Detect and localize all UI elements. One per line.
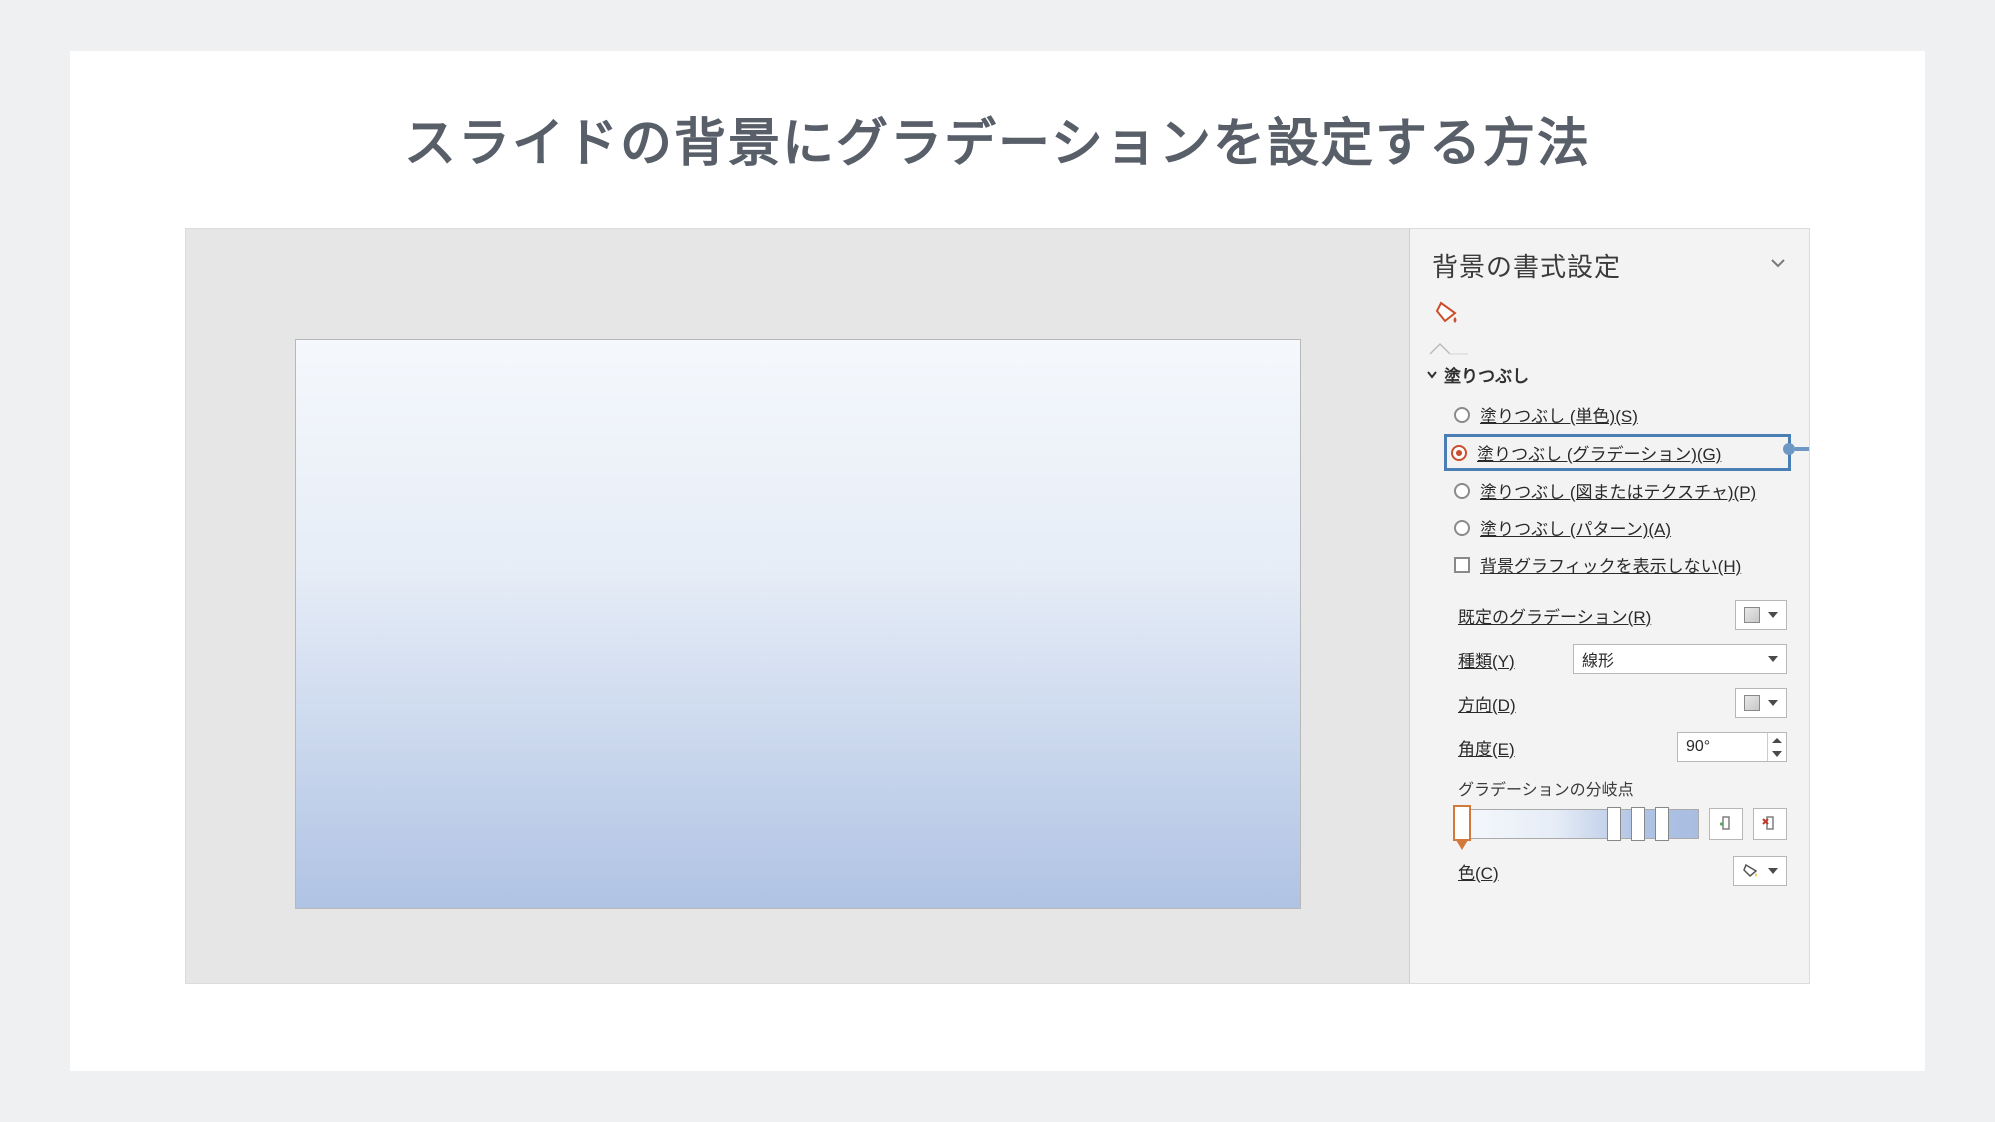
- article-card: スライドの背景にグラデーションを設定する方法 背景の書式設定: [70, 51, 1925, 1071]
- spinner-down-icon[interactable]: [1768, 747, 1786, 761]
- swatch-icon: [1744, 695, 1760, 711]
- gradient-angle-value: 90°: [1678, 738, 1767, 756]
- fill-section-label: 塗りつぶし: [1444, 362, 1529, 387]
- gradient-direction-dropdown[interactable]: [1735, 688, 1787, 718]
- gradient-direction-label: 方向(D): [1458, 691, 1516, 716]
- preset-gradient-label: 既定のグラデーション(R): [1458, 603, 1651, 628]
- dropdown-arrow-icon: [1768, 700, 1778, 706]
- dropdown-arrow-icon: [1768, 656, 1778, 662]
- radio-gradient-fill[interactable]: 塗りつぶし (グラデーション)(G): [1444, 434, 1791, 471]
- callout-connector: [1795, 447, 1809, 451]
- checkbox-icon: [1454, 557, 1470, 573]
- radio-label: 塗りつぶし (図またはテクスチャ)(P): [1480, 478, 1756, 503]
- paint-bucket-icon: [1742, 862, 1760, 880]
- radio-label: 塗りつぶし (パターン)(A): [1480, 515, 1671, 540]
- gradient-color-dropdown[interactable]: [1733, 856, 1787, 886]
- radio-icon: [1454, 520, 1470, 536]
- fill-bucket-icon[interactable]: [1432, 298, 1462, 328]
- fill-section-header[interactable]: 塗りつぶし: [1426, 362, 1787, 387]
- radio-label: 塗りつぶし (単色)(S): [1480, 402, 1638, 427]
- checkbox-hide-background-graphics[interactable]: 背景グラフィックを表示しない(H): [1448, 547, 1787, 582]
- gradient-stops-slider[interactable]: [1458, 809, 1699, 839]
- gradient-type-value: 線形: [1582, 647, 1614, 671]
- remove-gradient-stop-button[interactable]: [1753, 808, 1787, 840]
- radio-label: 塗りつぶし (グラデーション)(G): [1477, 440, 1721, 465]
- tab-caret-icon: [1428, 342, 1787, 356]
- radio-icon: [1454, 483, 1470, 499]
- step-callout: 3: [1789, 421, 1809, 477]
- radio-pattern-fill[interactable]: 塗りつぶし (パターン)(A): [1448, 510, 1787, 545]
- gradient-type-dropdown[interactable]: 線形: [1573, 644, 1787, 674]
- page-title: スライドの背景にグラデーションを設定する方法: [185, 101, 1810, 176]
- collapse-pane-button[interactable]: [1769, 254, 1787, 277]
- radio-picture-fill[interactable]: 塗りつぶし (図またはテクスチャ)(P): [1448, 473, 1787, 508]
- add-gradient-stop-button[interactable]: [1709, 808, 1743, 840]
- gradient-color-label: 色(C): [1458, 859, 1499, 884]
- gradient-type-label: 種類(Y): [1458, 647, 1515, 672]
- gradient-stops-label: グラデーションの分岐点: [1458, 776, 1787, 800]
- gradient-angle-spinner[interactable]: 90°: [1677, 732, 1787, 762]
- radio-icon: [1454, 407, 1470, 423]
- gradient-stop-handle[interactable]: [1631, 807, 1645, 841]
- gradient-stop-handle[interactable]: [1453, 805, 1471, 841]
- checkbox-label: 背景グラフィックを表示しない(H): [1480, 552, 1741, 577]
- preset-gradient-dropdown[interactable]: [1735, 600, 1787, 630]
- radio-solid-fill[interactable]: 塗りつぶし (単色)(S): [1448, 397, 1787, 432]
- pane-title: 背景の書式設定: [1432, 247, 1621, 284]
- swatch-icon: [1744, 607, 1760, 623]
- dropdown-arrow-icon: [1768, 868, 1778, 874]
- dropdown-arrow-icon: [1768, 612, 1778, 618]
- radio-icon: [1451, 445, 1467, 461]
- slide-canvas[interactable]: [295, 339, 1301, 909]
- format-background-pane: 背景の書式設定 塗りつぶし 塗: [1409, 229, 1809, 983]
- slide-canvas-wrap: [186, 229, 1409, 983]
- gradient-angle-label: 角度(E): [1458, 735, 1515, 760]
- fill-options-group: 塗りつぶし (単色)(S) 塗りつぶし (グラデーション)(G) 塗りつぶし (…: [1448, 397, 1787, 582]
- gradient-stop-handle[interactable]: [1655, 807, 1669, 841]
- gradient-controls: 既定のグラデーション(R) 種類(Y) 線形 方向(D): [1458, 600, 1787, 886]
- gradient-stop-handle[interactable]: [1607, 807, 1621, 841]
- spinner-up-icon[interactable]: [1768, 733, 1786, 747]
- powerpoint-area: 背景の書式設定 塗りつぶし 塗: [185, 228, 1810, 984]
